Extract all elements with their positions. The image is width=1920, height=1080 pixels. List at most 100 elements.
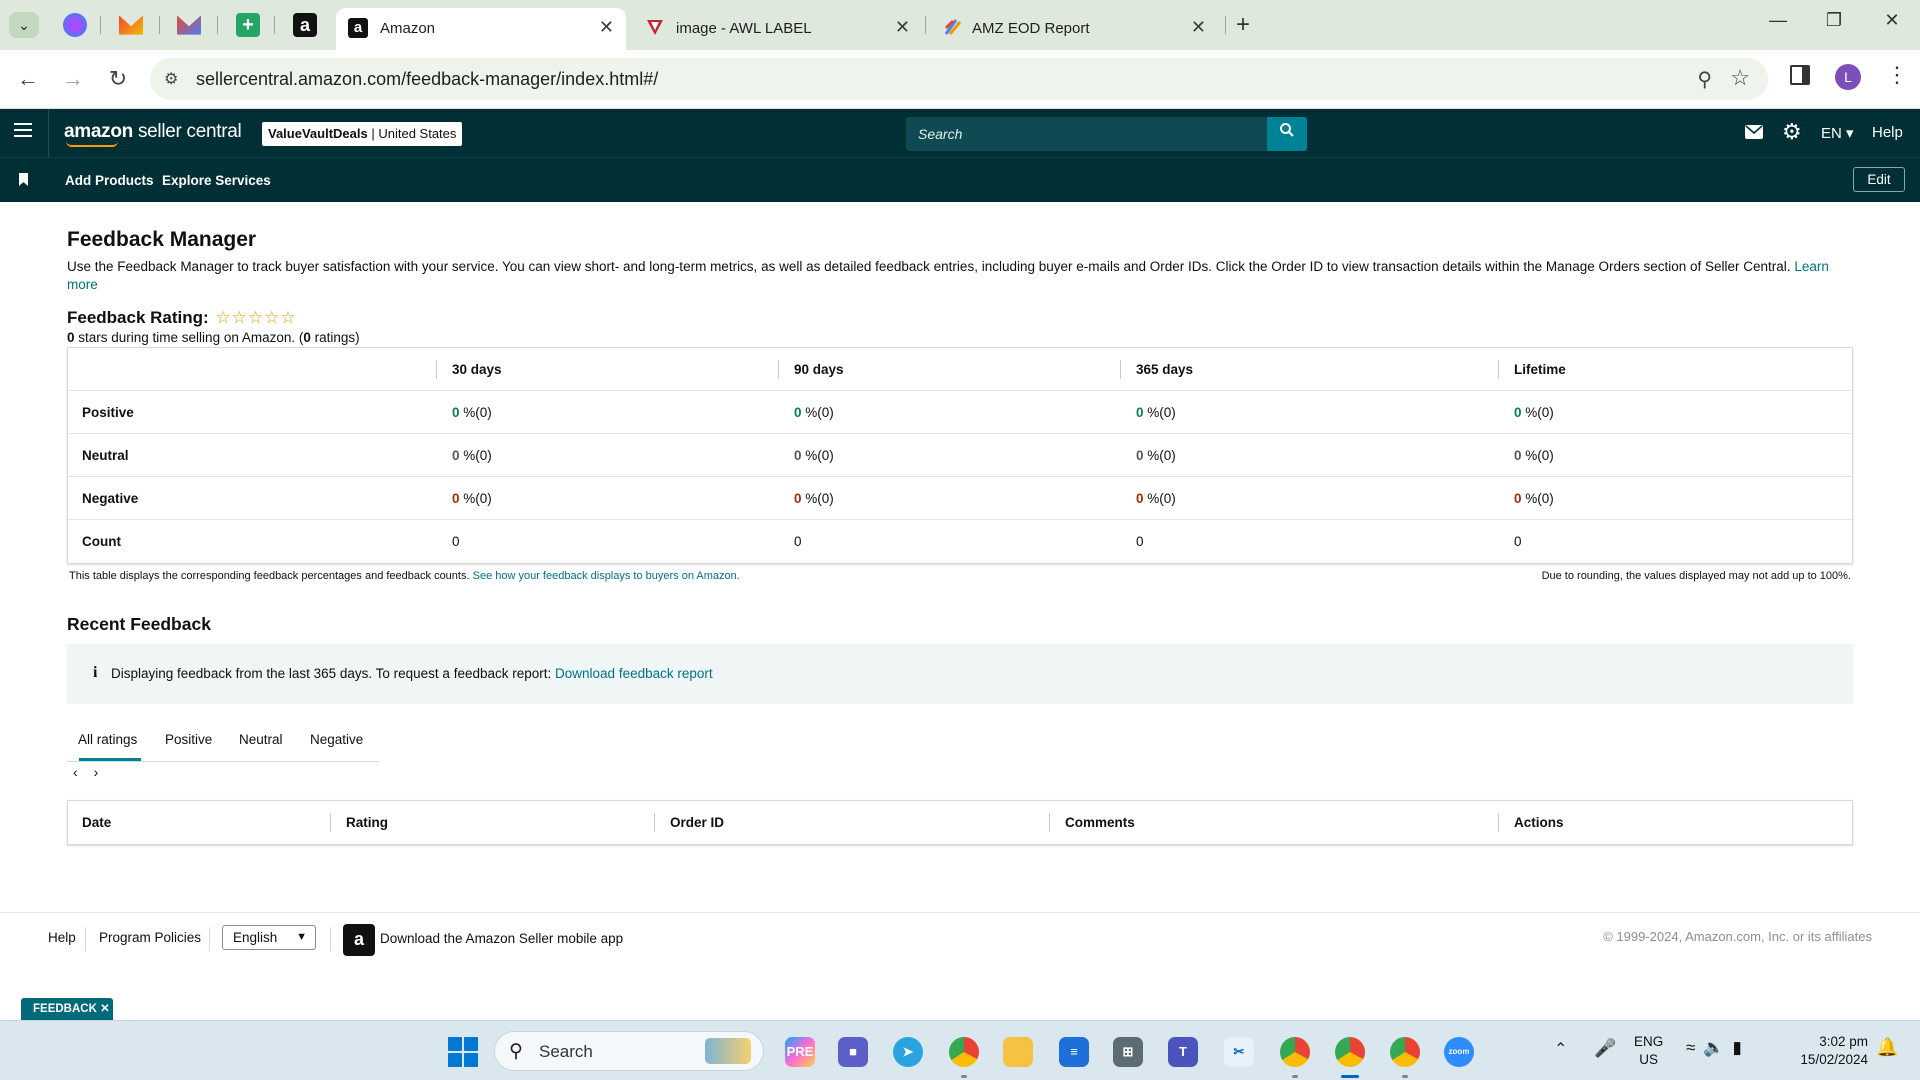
reload-icon[interactable]: ↻ [103,67,133,91]
running-indicator [1292,1075,1298,1078]
tab-search-chevron-icon[interactable]: ⌄ [9,12,39,38]
taskbar-clock[interactable]: 3:02 pm 15/02/2024 [1784,1033,1868,1069]
chrome-profile-2-icon[interactable] [1390,1037,1420,1067]
store-switcher[interactable]: ValueVaultDeals | United States [262,122,463,146]
tray-status-icons[interactable]: ≈🔈▮ [1686,1038,1750,1058]
table-cell: 0 %(0) [1514,477,1554,520]
address-bar[interactable]: ⚙ sellercentral.amazon.com/feedback-mana… [150,58,1768,100]
chrome-active-icon[interactable] [1335,1037,1365,1067]
gmail-pinned-tab-icon[interactable] [177,15,201,35]
amazon-app-icon[interactable]: a [343,924,375,956]
tab-amz-eod-report[interactable]: AMZ EOD Report ✕ [928,8,1218,50]
row-label: Negative [82,491,139,506]
column-header-30-days: 30 days [436,348,502,391]
notepad-icon[interactable]: ≡ [1059,1037,1089,1067]
browser-menu-icon[interactable]: ⋮ [1886,62,1908,88]
chrome-profile-icon[interactable] [1280,1037,1310,1067]
chrome-icon[interactable] [949,1037,979,1067]
windows-start-icon[interactable] [448,1037,478,1067]
footer-help-link[interactable]: Help [48,930,76,945]
tab-amazon[interactable]: a Amazon ✕ [336,8,626,50]
zoom-icon[interactable]: ⚲ [1697,67,1712,92]
column-header-rating[interactable]: Rating [330,801,388,844]
telegram-icon[interactable]: ➤ [893,1037,923,1067]
bookmark-star-icon[interactable]: ☆ [1730,65,1750,91]
previous-page-chevron-icon[interactable]: ‹ [73,764,78,780]
download-report-link[interactable]: Download feedback report [555,666,713,681]
forward-arrow-icon[interactable]: → [58,67,88,91]
microphone-icon[interactable]: 🎤 [1594,1038,1616,1059]
gmail-pinned-tab-icon[interactable] [119,15,143,35]
wifi-icon[interactable]: ≈ [1686,1038,1703,1057]
close-icon[interactable]: ✕ [599,17,614,38]
language-selector[interactable]: EN ▾ [1821,124,1854,142]
help-link[interactable]: Help [1872,124,1903,141]
search-icon [1280,123,1294,137]
next-page-chevron-icon[interactable]: › [94,764,99,780]
site-info-icon[interactable]: ⚙ [164,69,178,89]
sheets-pinned-tab-icon[interactable]: + [236,13,260,37]
search-button[interactable] [1267,117,1307,151]
messenger-pinned-tab-icon[interactable] [63,13,87,37]
tab-neutral[interactable]: Neutral [239,732,283,747]
gear-icon[interactable]: ⚙ [1782,119,1802,145]
back-arrow-icon[interactable]: ← [13,67,43,91]
meet-now-icon[interactable]: ■ [838,1037,868,1067]
download-app-link[interactable]: Download the Amazon Seller mobile app [380,931,623,946]
input-language[interactable]: ENG US [1634,1033,1663,1069]
zoom-app-icon[interactable]: zoom [1444,1037,1474,1067]
notification-bell-icon[interactable]: 🔔 [1876,1037,1898,1058]
percent-text: %(0) [801,448,834,463]
file-explorer-icon[interactable] [1003,1037,1033,1067]
feedback-button[interactable]: FEEDBACK ✕ [21,998,113,1020]
seller-central-logo[interactable]: amazon seller central [64,121,242,147]
explore-services-link[interactable]: Explore Services [162,173,271,188]
edit-button[interactable]: Edit [1853,167,1905,192]
tab-awl-label[interactable]: image - AWL LABEL ✕ [632,8,922,50]
feedback-display-link[interactable]: See how your feedback displays to buyers… [473,570,740,582]
positive-value: 0 [1514,405,1522,420]
new-tab-plus-icon[interactable]: + [1236,11,1250,39]
clock-time: 3:02 pm [1819,1034,1868,1049]
tab-all-ratings[interactable]: All ratings [78,732,137,747]
snipping-tool-icon[interactable]: ✂ [1224,1037,1254,1067]
tray-overflow-chevron-icon[interactable]: ⌃ [1554,1039,1567,1059]
active-app-indicator [1341,1075,1359,1078]
table-note: This table displays the corresponding fe… [69,570,740,582]
restore-icon[interactable]: ❐ [1819,10,1849,31]
side-panel-icon[interactable] [1790,65,1810,85]
calculator-icon[interactable]: ⊞ [1113,1037,1143,1067]
table-cell: 0 %(0) [1514,391,1554,434]
info-banner: i Displaying feedback from the last 365 … [67,644,1853,704]
close-icon[interactable]: ✕ [895,17,910,38]
profile-avatar[interactable]: L [1835,64,1861,90]
page-title: Feedback Manager [67,228,257,251]
tab-separator [217,16,218,34]
volume-icon[interactable]: 🔈 [1703,1038,1732,1057]
column-header-order-id[interactable]: Order ID [653,801,724,844]
close-icon[interactable]: ✕ [1191,17,1206,38]
copyright-text: © 1999-2024, Amazon.com, Inc. or its aff… [1603,929,1872,944]
search-input[interactable] [906,117,1266,151]
tab-positive[interactable]: Positive [165,732,212,747]
browser-toolbar: ← → ↻ ⚙ sellercentral.amazon.com/feedbac… [0,50,1920,109]
footer-language-select[interactable]: English ▼ [222,925,316,950]
mail-icon[interactable] [1745,125,1763,139]
column-header-date[interactable]: Date [82,801,111,844]
amazon-pinned-tab-icon[interactable]: a [293,13,317,37]
tab-negative[interactable]: Negative [310,732,363,747]
add-products-link[interactable]: Add Products [65,173,154,188]
window-close-icon[interactable]: ✕ [1877,10,1907,31]
battery-icon[interactable]: ▮ [1733,1038,1750,1057]
taskbar-search-label: Search [539,1042,593,1061]
bookmark-icon[interactable] [19,173,28,186]
browser-tab-bar: ⌄ + a a Amazon ✕ image - AWL LABEL ✕ AMZ… [0,0,1920,50]
teams-icon[interactable]: T [1168,1037,1198,1067]
taskbar-search[interactable]: ⚲ Search [494,1031,764,1071]
footer-program-policies-link[interactable]: Program Policies [99,930,201,945]
url-text[interactable]: sellercentral.amazon.com/feedback-manage… [196,69,658,90]
hamburger-menu-icon[interactable] [14,123,32,141]
copilot-icon[interactable]: PRE [785,1037,815,1067]
close-icon[interactable]: ✕ [100,1003,110,1015]
minimize-icon[interactable]: — [1763,10,1793,31]
